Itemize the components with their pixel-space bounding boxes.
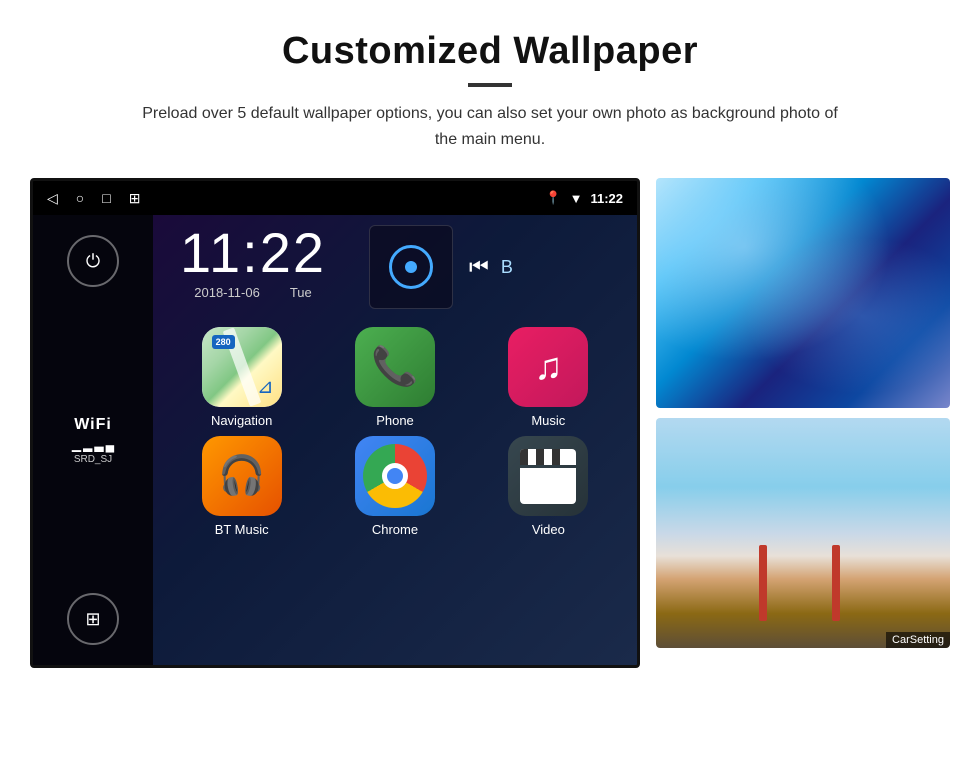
screen-top: 11:22 2018-11-06 Tue bbox=[153, 215, 637, 319]
bt-glyph: 🎧 bbox=[218, 454, 265, 498]
status-bar-nav: ◁ ○ □ ⊞ bbox=[47, 190, 140, 207]
app-chrome[interactable]: Chrome bbox=[322, 436, 467, 537]
bridge-detail bbox=[656, 510, 950, 648]
title-divider bbox=[468, 83, 512, 87]
navigation-label: Navigation bbox=[211, 413, 272, 428]
music-disc-inner bbox=[405, 261, 417, 273]
power-button[interactable]: ⏻ bbox=[67, 235, 119, 287]
main-area: ◁ ○ □ ⊞ 📍 ▼ 11:22 ⏻ WiFi ▁▂▃▄ bbox=[0, 168, 980, 678]
apps-grid-button[interactable]: ⊞ bbox=[67, 593, 119, 645]
phone-glyph: 📞 bbox=[371, 345, 418, 389]
clock-section: 11:22 2018-11-06 Tue bbox=[153, 225, 353, 300]
navigation-icon: 280 ⊿ bbox=[202, 327, 282, 407]
media-controls: ⏮ B bbox=[469, 254, 513, 280]
app-phone[interactable]: 📞 Phone bbox=[322, 327, 467, 428]
chrome-label: Chrome bbox=[372, 522, 418, 537]
status-bar-right: 📍 ▼ 11:22 bbox=[545, 190, 623, 206]
status-time: 11:22 bbox=[590, 191, 623, 206]
wifi-bars: ▁▂▃▄ bbox=[72, 438, 114, 452]
bridge-tower-right bbox=[832, 545, 840, 621]
wifi-label: WiFi bbox=[72, 416, 114, 434]
bridge-tower-left bbox=[759, 545, 767, 621]
nav-arrow-icon: ⊿ bbox=[257, 374, 274, 399]
carsetting-label: CarSetting bbox=[886, 632, 950, 648]
wifi-ssid: SRD_SJ bbox=[72, 454, 114, 465]
nav-badge: 280 bbox=[212, 335, 235, 349]
wallpaper-thumbnails: CarSetting bbox=[656, 178, 950, 648]
music-disc bbox=[389, 245, 433, 289]
chrome-circle bbox=[363, 444, 427, 508]
wallpaper-ice-cave[interactable] bbox=[656, 178, 950, 408]
location-icon: 📍 bbox=[545, 190, 561, 206]
recents-icon: □ bbox=[102, 190, 110, 206]
back-icon: ◁ bbox=[47, 190, 58, 207]
page-description: Preload over 5 default wallpaper options… bbox=[140, 101, 840, 152]
video-icon bbox=[508, 436, 588, 516]
app-bt-music[interactable]: 🎧 BT Music bbox=[169, 436, 314, 537]
app-navigation[interactable]: 280 ⊿ Navigation bbox=[169, 327, 314, 428]
screenshot-icon: ⊞ bbox=[129, 190, 141, 207]
left-sidebar: ⏻ WiFi ▁▂▃▄ SRD_SJ ⊞ bbox=[33, 215, 153, 665]
device-screen: ◁ ○ □ ⊞ 📍 ▼ 11:22 ⏻ WiFi ▁▂▃▄ bbox=[30, 178, 640, 668]
center-main: 11:22 2018-11-06 Tue bbox=[153, 215, 637, 665]
phone-label: Phone bbox=[376, 413, 414, 428]
clock-date-value: 2018-11-06 bbox=[194, 285, 260, 300]
page-header: Customized Wallpaper Preload over 5 defa… bbox=[0, 0, 980, 168]
app-music[interactable]: ♫ Music bbox=[476, 327, 621, 428]
prev-track-icon[interactable]: ⏮ bbox=[469, 254, 489, 280]
music-icon: ♫ bbox=[508, 327, 588, 407]
clock-day-value: Tue bbox=[290, 285, 312, 300]
home-icon: ○ bbox=[76, 190, 84, 206]
video-label: Video bbox=[532, 522, 565, 537]
music-label: Music bbox=[531, 413, 565, 428]
screen-content: ⏻ WiFi ▁▂▃▄ SRD_SJ ⊞ 11:22 bbox=[33, 215, 637, 665]
app-video[interactable]: Video bbox=[476, 436, 621, 537]
apps-grid: 280 ⊿ Navigation 📞 Phone bbox=[153, 319, 637, 537]
clock-time: 11:22 bbox=[153, 225, 353, 281]
music-glyph: ♫ bbox=[534, 346, 563, 389]
clap-top bbox=[520, 449, 576, 465]
wifi-info: WiFi ▁▂▃▄ SRD_SJ bbox=[72, 416, 114, 465]
icons-section: ⏮ B bbox=[353, 225, 637, 309]
clock-date: 2018-11-06 Tue bbox=[153, 285, 353, 300]
bt-music-label: BT Music bbox=[215, 522, 269, 537]
clapboard-icon bbox=[520, 449, 576, 504]
phone-icon: 📞 bbox=[355, 327, 435, 407]
status-bar: ◁ ○ □ ⊞ 📍 ▼ 11:22 bbox=[33, 181, 637, 215]
signal-icon: ▼ bbox=[570, 191, 583, 206]
chrome-inner-circle bbox=[382, 463, 408, 489]
bt-music-icon: 🎧 bbox=[202, 436, 282, 516]
music-widget bbox=[369, 225, 453, 309]
wallpaper-golden-gate[interactable]: CarSetting bbox=[656, 418, 950, 648]
clap-body bbox=[520, 468, 576, 504]
bluetooth-icon: B bbox=[501, 257, 513, 278]
page-title: Customized Wallpaper bbox=[60, 30, 920, 73]
chrome-icon bbox=[355, 436, 435, 516]
ice-detail bbox=[656, 178, 950, 408]
